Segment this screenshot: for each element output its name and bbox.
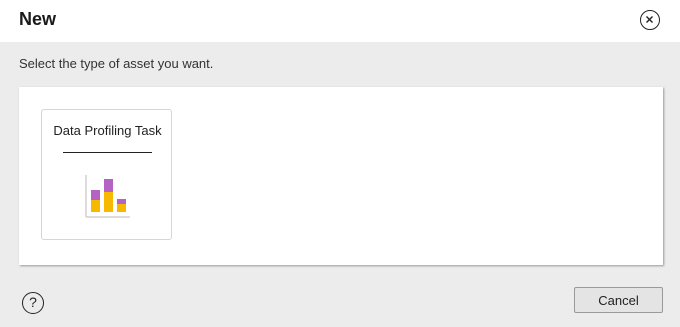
dialog-header: New xyxy=(0,0,680,42)
new-asset-dialog: New Select the type of asset you want. D… xyxy=(0,0,680,327)
asset-type-panel: Data Profiling Task xyxy=(19,87,663,265)
instruction-text: Select the type of asset you want. xyxy=(19,56,214,71)
close-icon[interactable] xyxy=(640,10,660,30)
cancel-button[interactable]: Cancel xyxy=(574,287,663,313)
asset-tile-label: Data Profiling Task xyxy=(53,123,162,138)
dialog-title: New xyxy=(19,9,57,29)
focus-underline xyxy=(63,152,152,153)
help-icon[interactable]: ? xyxy=(22,292,44,314)
asset-tile-data-profiling-task[interactable]: Data Profiling Task xyxy=(41,109,172,240)
bar-chart-icon xyxy=(84,173,130,224)
